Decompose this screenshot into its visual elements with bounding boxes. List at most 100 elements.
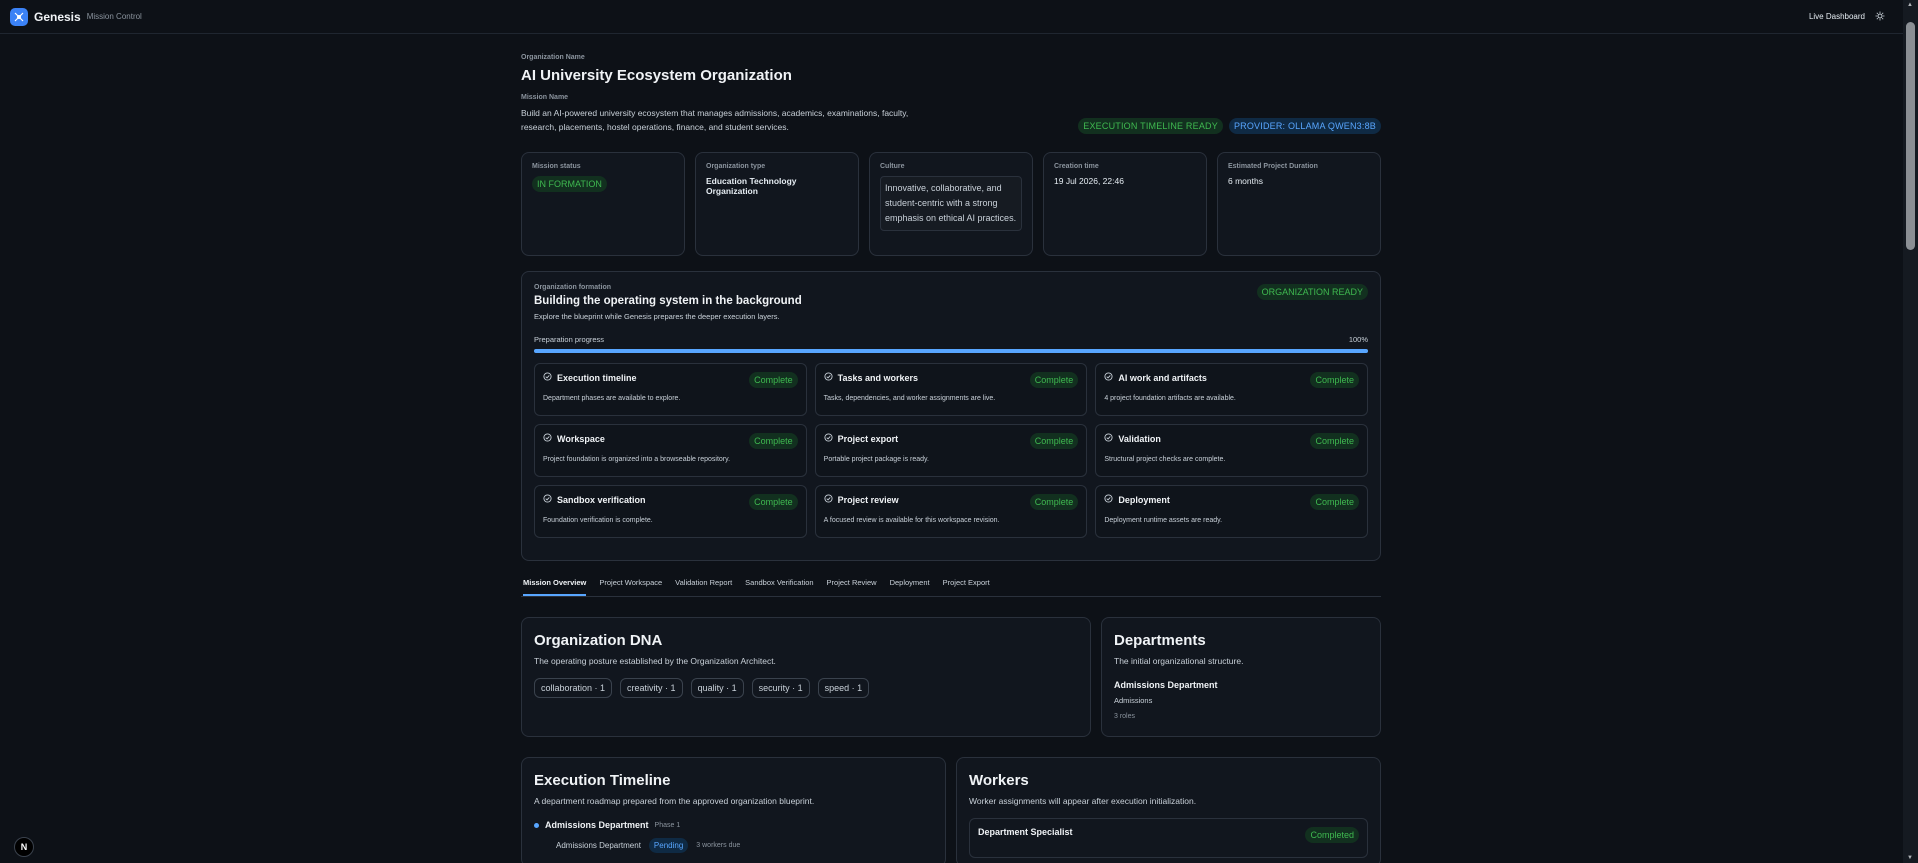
stat-label: Mission status bbox=[532, 163, 581, 170]
top-bar: Genesis Mission Control Live Dashboard bbox=[0, 0, 1903, 34]
next-dev-tools-button[interactable]: N bbox=[14, 837, 34, 857]
formation-step[interactable]: Execution timeline Complete Department pha… bbox=[534, 363, 807, 416]
genesis-logo-icon[interactable] bbox=[10, 7, 28, 26]
step-name: AI work and artifacts bbox=[1118, 372, 1207, 383]
formation-label: Organization formation bbox=[534, 284, 611, 291]
check-circle-icon bbox=[1104, 494, 1113, 505]
step-description: Deployment runtime assets are ready. bbox=[1104, 517, 1223, 524]
scrollbar-thumb[interactable] bbox=[1906, 22, 1915, 250]
check-circle-icon bbox=[1104, 372, 1113, 383]
workers-subtitle: Worker assignments will appear after exe… bbox=[969, 796, 1197, 806]
live-dashboard-link[interactable]: Live Dashboard bbox=[1809, 12, 1865, 21]
tab-project-workspace[interactable]: Project Workspace bbox=[599, 578, 662, 596]
stat-label: Organization type bbox=[706, 163, 766, 170]
status-badge: Complete bbox=[1029, 372, 1079, 388]
formation-step[interactable]: Workspace Complete Project foundation is o… bbox=[534, 424, 807, 477]
org-type-value: Education Technology Organization bbox=[706, 176, 797, 196]
timeline-sub-workers: 3 workers due bbox=[696, 842, 741, 849]
worker-card[interactable]: Department Specialist Completed bbox=[969, 818, 1368, 858]
page-title: AI University Ecosystem Organization bbox=[521, 67, 792, 84]
dna-chip: quality · 1 bbox=[690, 678, 744, 698]
execution-timeline-panel: Execution Timeline A department roadmap … bbox=[521, 757, 946, 863]
tab-project-review[interactable]: Project Review bbox=[827, 578, 877, 596]
formation-step[interactable]: Sandbox verification Complete Foundation v… bbox=[534, 485, 807, 538]
step-name: Workspace bbox=[557, 433, 605, 444]
culture-value: Innovative, collaborative, and student-c… bbox=[880, 176, 1022, 231]
formation-step[interactable]: Project export Complete Portable project p… bbox=[814, 424, 1088, 477]
timeline-sub-item[interactable]: Admissions Department Pending 3 workers … bbox=[534, 838, 933, 853]
main-content: Organization Name AI University Ecosyste… bbox=[521, 54, 1381, 863]
dna-chips: collaboration · 1 creativity · 1 quality ·… bbox=[534, 678, 1078, 698]
mission-description: Build an AI-powered university ecosystem… bbox=[521, 108, 909, 132]
tab-validation-report[interactable]: Validation Report bbox=[675, 578, 732, 596]
formation-title: Building the operating system in the bac… bbox=[534, 295, 802, 307]
brand-name[interactable]: Genesis bbox=[34, 10, 81, 24]
workers-panel: Workers Worker assignments will appear a… bbox=[956, 757, 1381, 863]
stat-label: Creation time bbox=[1054, 163, 1099, 170]
tab-deployment[interactable]: Deployment bbox=[890, 578, 930, 596]
timeline-ready-badge: EXECUTION TIMELINE READY bbox=[1078, 118, 1223, 134]
organization-dna-panel: Organization DNA The operating posture e… bbox=[521, 617, 1091, 737]
status-badge: Complete bbox=[1310, 494, 1359, 510]
dna-chip: speed · 1 bbox=[817, 678, 870, 698]
sun-icon[interactable] bbox=[1875, 11, 1885, 23]
step-name: Validation bbox=[1118, 433, 1161, 444]
formation-step[interactable]: Project review Complete A focused review i… bbox=[814, 485, 1088, 538]
check-circle-icon bbox=[824, 433, 833, 444]
status-badge: Complete bbox=[749, 494, 798, 510]
tab-sandbox-verification[interactable]: Sandbox Verification bbox=[745, 578, 813, 596]
status-badge: Complete bbox=[1029, 433, 1079, 449]
progress-bar bbox=[534, 349, 1368, 353]
worker-name: Department Specialist bbox=[978, 827, 1073, 837]
scroll-up-icon[interactable]: ▲ bbox=[1907, 2, 1913, 8]
scroll-down-icon[interactable]: ▼ bbox=[1907, 855, 1913, 861]
org-type-card: Organization type Education Technology O… bbox=[695, 152, 859, 256]
check-circle-icon bbox=[824, 494, 833, 505]
department-name[interactable]: Admissions Department bbox=[1114, 680, 1368, 690]
duration-value: 6 months bbox=[1228, 176, 1263, 186]
status-badge: Complete bbox=[749, 433, 798, 449]
timeline-title: Execution Timeline bbox=[534, 772, 671, 789]
timeline-dot-icon bbox=[534, 822, 539, 828]
tab-project-export[interactable]: Project Export bbox=[943, 578, 990, 596]
timeline-subtitle: A department roadmap prepared from the a… bbox=[534, 796, 815, 806]
status-badge: Complete bbox=[1310, 433, 1359, 449]
step-name: Tasks and workers bbox=[837, 372, 919, 383]
step-description: Tasks, dependencies, and worker assignme… bbox=[823, 395, 996, 402]
tab-mission-overview[interactable]: Mission Overview bbox=[523, 578, 587, 596]
formation-step[interactable]: Validation Complete Structural project che… bbox=[1095, 424, 1368, 477]
formation-step[interactable]: AI work and artifacts Complete 4 project f… bbox=[1095, 363, 1368, 416]
brand-subtitle: Mission Control bbox=[86, 12, 142, 21]
progress-value: 100% bbox=[1348, 335, 1368, 344]
step-description: Portable project package is ready. bbox=[823, 456, 929, 463]
departments-panel: Departments The initial organizational s… bbox=[1101, 617, 1381, 737]
step-description: Structural project checks are complete. bbox=[1104, 456, 1226, 463]
timeline-sub-name: Admissions Department bbox=[556, 841, 641, 850]
org-name-label: Organization Name bbox=[521, 54, 585, 61]
check-circle-icon bbox=[543, 372, 552, 383]
step-description: Foundation verification is complete. bbox=[543, 517, 653, 524]
departments-title: Departments bbox=[1114, 632, 1206, 649]
organization-ready-badge: ORGANIZATION READY bbox=[1256, 284, 1368, 300]
provider-badge: PROVIDER: OLLAMA QWEN3:8B bbox=[1228, 118, 1381, 134]
culture-card: Culture Innovative, collaborative, and s… bbox=[869, 152, 1033, 256]
dna-chip: collaboration · 1 bbox=[534, 678, 613, 698]
check-circle-icon bbox=[1104, 433, 1113, 444]
timeline-item-phase: Phase 1 bbox=[654, 821, 681, 829]
creation-time-card: Creation time 19 Jul 2026, 22:46 bbox=[1043, 152, 1207, 256]
scrollbar[interactable]: ▲ ▼ bbox=[1903, 0, 1918, 863]
progress-label: Preparation progress bbox=[534, 335, 605, 344]
stat-label: Estimated Project Duration bbox=[1228, 163, 1318, 170]
step-name: Sandbox verification bbox=[557, 494, 646, 505]
dna-chip: creativity · 1 bbox=[620, 678, 683, 698]
department-roles: 3 roles bbox=[1114, 713, 1136, 720]
formation-step[interactable]: Deployment Complete Deployment runtime ass… bbox=[1095, 485, 1368, 538]
stat-label: Culture bbox=[880, 163, 905, 170]
check-circle-icon bbox=[543, 494, 552, 505]
step-name: Execution timeline bbox=[557, 372, 637, 383]
creation-time-value: 19 Jul 2026, 22:46 bbox=[1054, 176, 1124, 186]
duration-card: Estimated Project Duration 6 months bbox=[1217, 152, 1381, 256]
dna-subtitle: The operating posture established by the… bbox=[534, 656, 776, 666]
timeline-item[interactable]: Admissions Department Phase 1 bbox=[534, 820, 933, 830]
formation-step[interactable]: Tasks and workers Complete Tasks, dependen… bbox=[814, 363, 1088, 416]
